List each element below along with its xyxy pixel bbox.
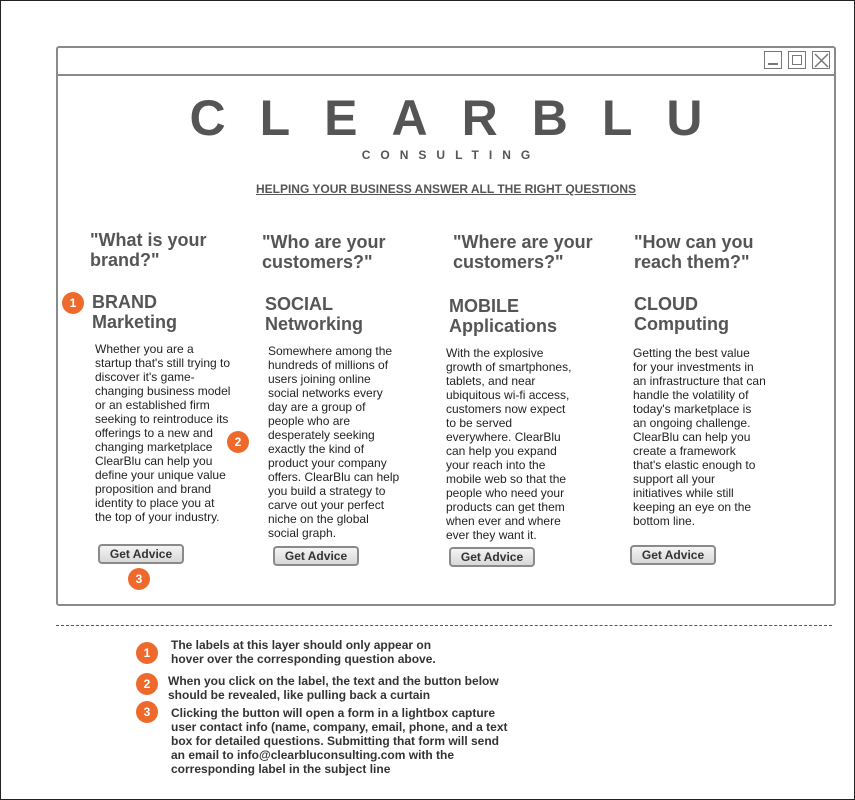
get-advice-button-cloud[interactable]: Get Advice: [630, 545, 716, 565]
annotation-badge-2: 2: [227, 431, 249, 453]
question-customers[interactable]: "Who are your customers?": [262, 232, 402, 272]
label-line1: SOCIAL: [265, 294, 334, 314]
note-badge-3: 3: [136, 701, 158, 723]
label-brand-marketing[interactable]: BRAND Marketing: [92, 292, 177, 332]
question-text: "Where are your customers?": [453, 232, 593, 272]
dashed-divider: [56, 625, 832, 626]
label-line1: CLOUD: [634, 294, 698, 314]
description-social: Somewhere among the hundreds of millions…: [268, 344, 400, 540]
note-badge-2: 2: [136, 673, 158, 695]
window-titlebar: [58, 48, 834, 76]
note-1-text: The labels at this layer should only app…: [171, 638, 436, 666]
label-line2: Marketing: [92, 312, 178, 332]
question-reach[interactable]: "How can you reach them?": [634, 232, 769, 272]
question-where[interactable]: "Where are your customers?": [453, 232, 603, 272]
question-brand[interactable]: "What is your brand?": [90, 230, 240, 270]
note-2-text: When you click on the label, the text an…: [168, 674, 499, 702]
get-advice-button-social[interactable]: Get Advice: [273, 546, 359, 566]
label-cloud-computing[interactable]: CLOUD Computing: [634, 294, 729, 334]
tagline[interactable]: HELPING YOUR BUSINESS ANSWER ALL THE RIG…: [58, 182, 834, 196]
browser-window: CLEARBLU CONSULTING HELPING YOUR BUSINES…: [56, 46, 836, 606]
maximize-icon[interactable]: [788, 51, 806, 69]
annotation-badge-3: 3: [128, 568, 150, 590]
description-mobile: With the explosive growth of smartphones…: [446, 346, 572, 542]
description-cloud: Getting the best value for your investme…: [633, 346, 766, 528]
description-brand: Whether you are a startup that's still t…: [95, 342, 231, 524]
note-3-text: Clicking the button will open a form in …: [171, 706, 508, 776]
label-line2: Networking: [265, 314, 364, 334]
close-icon[interactable]: [812, 51, 830, 69]
subtitle: CONSULTING: [361, 148, 541, 162]
label-social-networking[interactable]: SOCIAL Networking: [265, 294, 363, 334]
label-line1: MOBILE: [449, 296, 519, 316]
annotation-badge-1: 1: [62, 292, 84, 314]
label-line2: Computing: [634, 314, 729, 334]
minimize-icon[interactable]: [764, 51, 782, 69]
label-line1: BRAND: [92, 292, 157, 312]
label-mobile-applications[interactable]: MOBILE Applications: [449, 296, 557, 336]
get-advice-button-mobile[interactable]: Get Advice: [449, 547, 535, 567]
question-text: "How can you reach them?": [634, 232, 754, 272]
question-text: "Who are your customers?": [262, 232, 386, 272]
logo: CLEARBLU: [189, 90, 737, 146]
label-line2: Applications: [449, 316, 558, 336]
get-advice-button-brand[interactable]: Get Advice: [98, 544, 184, 564]
note-badge-1: 1: [136, 642, 158, 664]
question-text: "What is your brand?": [90, 230, 207, 270]
